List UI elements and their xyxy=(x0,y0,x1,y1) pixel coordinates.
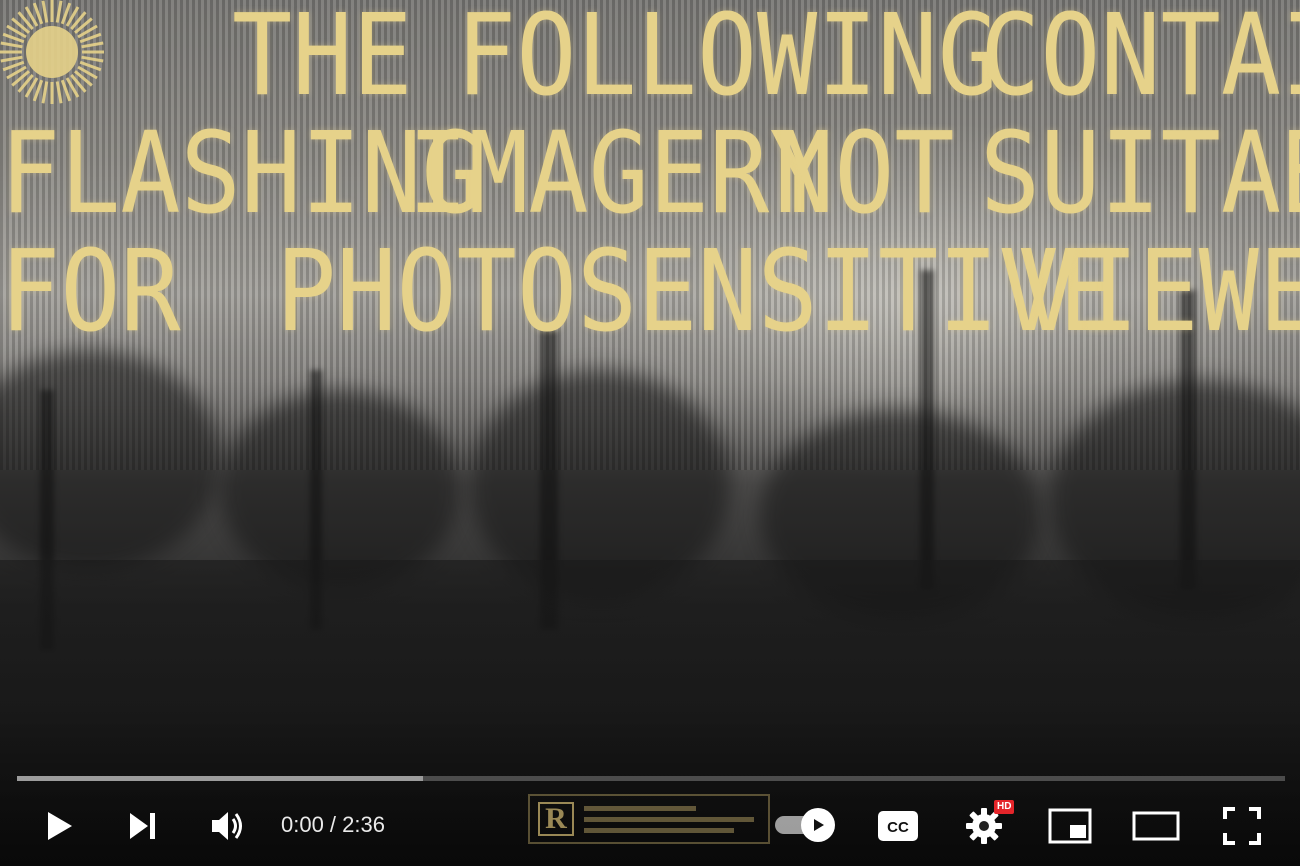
warning-word: NOT xyxy=(774,107,955,239)
warning-word: THE xyxy=(232,0,413,121)
settings-button[interactable]: HD xyxy=(954,800,1015,852)
progress-buffered xyxy=(17,776,423,781)
captions-button[interactable]: CC xyxy=(868,800,928,852)
autoplay-toggle[interactable] xyxy=(775,808,839,844)
rating-letter: R xyxy=(538,802,574,836)
warning-word: SUITABLE xyxy=(980,107,1300,239)
hd-badge: HD xyxy=(994,800,1015,814)
closed-captions-icon: CC xyxy=(878,811,918,841)
controls-bar: 0:00 / 2:36 R CC HD xyxy=(0,790,1300,862)
fullscreen-icon xyxy=(1223,807,1261,845)
time-display: 0:00 / 2:36 xyxy=(281,812,385,837)
miniplayer-button[interactable] xyxy=(1040,800,1100,852)
mute-button[interactable] xyxy=(198,800,258,852)
next-button[interactable] xyxy=(114,800,170,852)
autoplay-toggle-icon xyxy=(801,808,835,842)
warning-word: IMAGERY xyxy=(408,107,830,239)
miniplayer-icon xyxy=(1048,808,1092,844)
warning-word: VIEWERS xyxy=(1018,225,1300,357)
rating-fineprint xyxy=(584,805,754,833)
video-frame[interactable]: THE FOLLOWING CONTAINS FLASHING IMAGERY … xyxy=(0,0,1300,866)
svg-text:CC: CC xyxy=(887,819,909,836)
fullscreen-button[interactable] xyxy=(1212,800,1272,852)
volume-icon xyxy=(212,812,242,840)
next-icon xyxy=(130,813,155,839)
theater-mode-icon xyxy=(1132,811,1180,841)
warning-word: FOLLOWING xyxy=(456,0,998,121)
warning-word: PHOTOSENSITIVE xyxy=(276,225,1119,357)
warning-line-2: FLASHING IMAGERY NOT SUITABLE xyxy=(0,107,1300,239)
warning-word: CONTAINS xyxy=(980,0,1300,121)
video-player[interactable]: THE FOLLOWING CONTAINS FLASHING IMAGERY … xyxy=(0,0,1300,866)
play-icon xyxy=(48,812,72,840)
play-button[interactable] xyxy=(30,800,86,852)
theater-mode-button[interactable] xyxy=(1126,800,1186,852)
rating-badge: R xyxy=(528,794,770,844)
warning-line-3: FOR PHOTOSENSITIVE VIEWERS xyxy=(0,225,1300,357)
warning-line-1: THE FOLLOWING CONTAINS xyxy=(0,0,1300,120)
warning-word: FOR xyxy=(0,225,181,357)
progress-bar[interactable] xyxy=(17,776,1285,781)
